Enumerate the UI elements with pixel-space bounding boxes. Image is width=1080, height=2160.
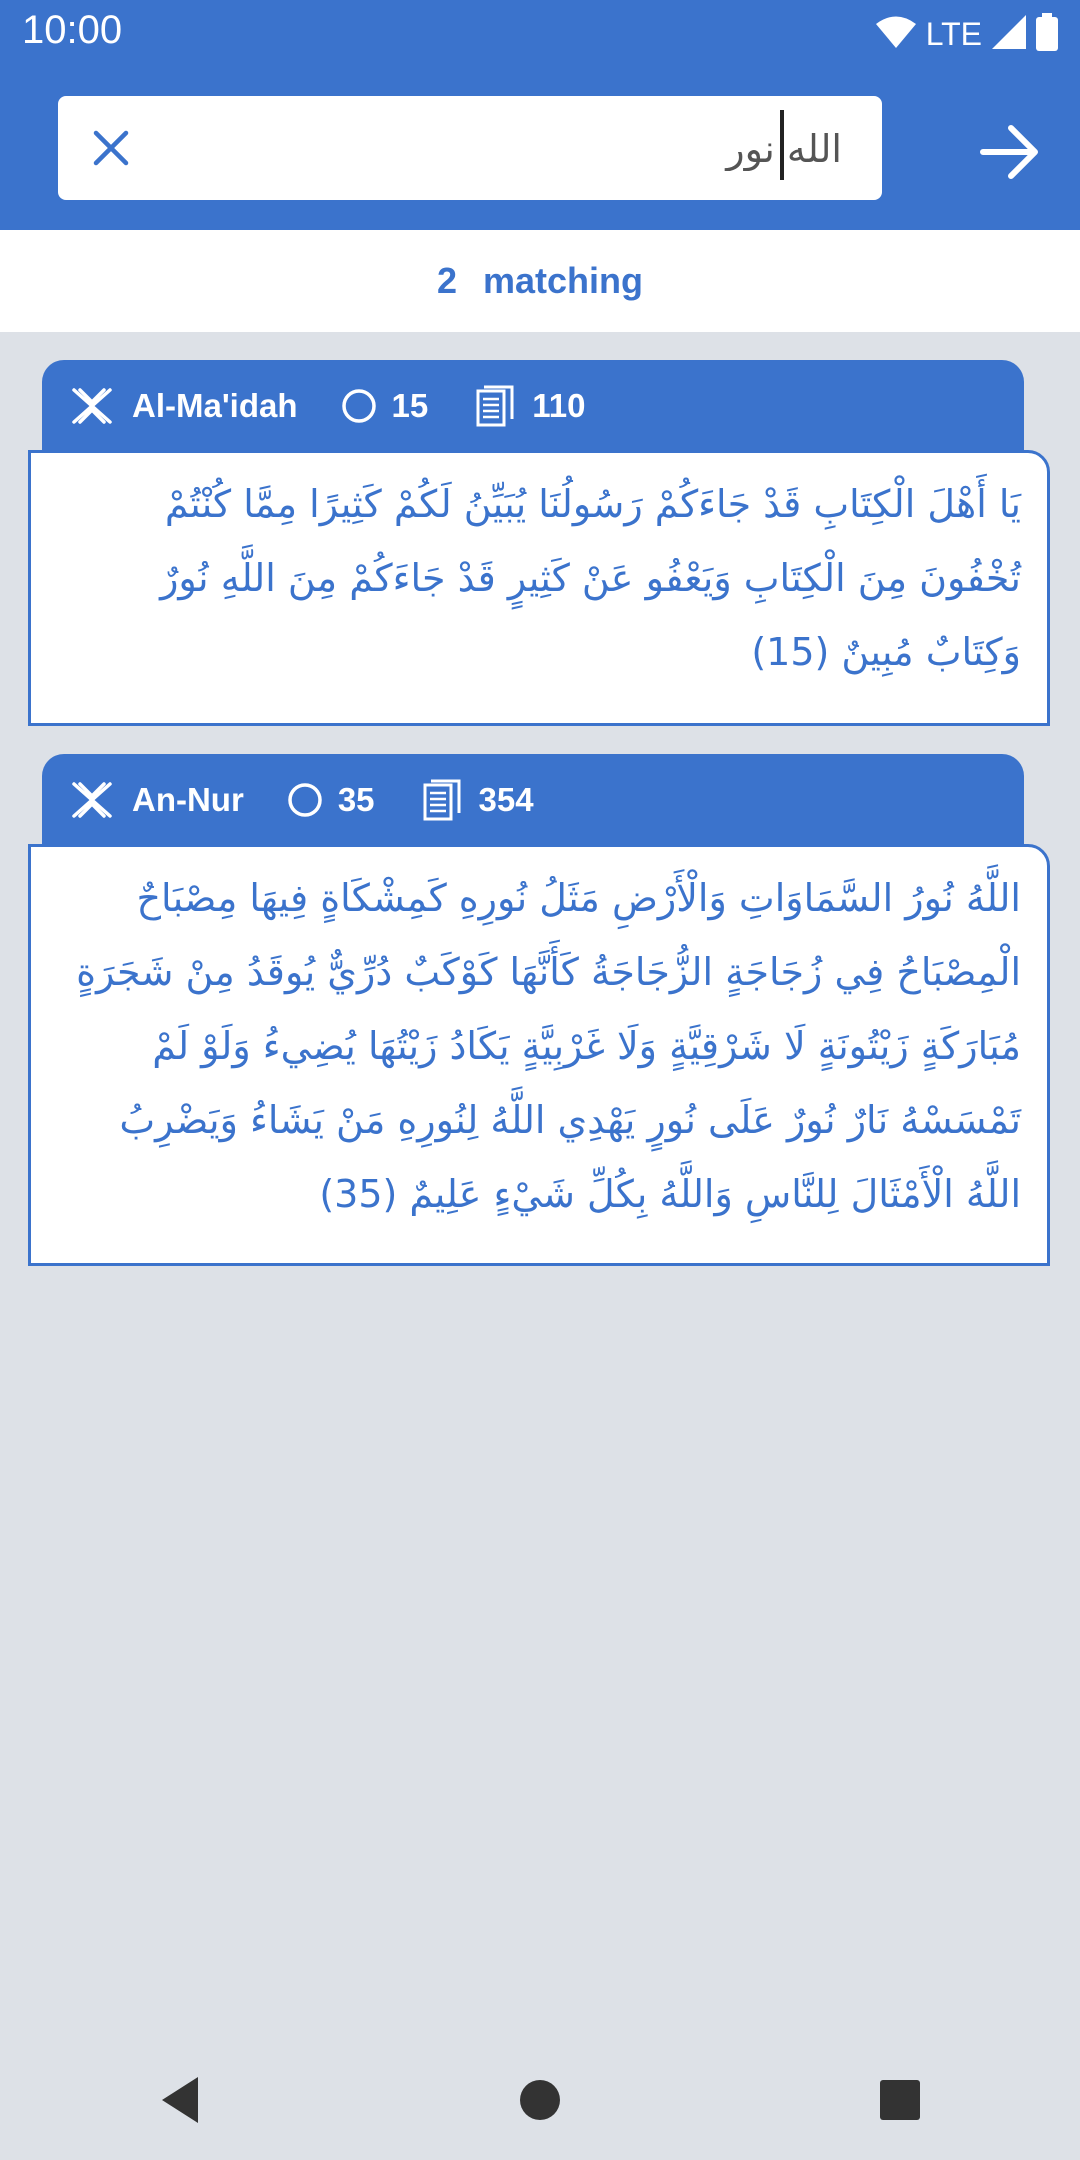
page-icon — [423, 779, 461, 821]
home-circle-icon[interactable] — [500, 2060, 580, 2140]
status-time: 10:00 — [22, 8, 123, 52]
ayah-text: اللَّهُ نُورُ السَّمَاوَاتِ وَالْأَرْضِ … — [76, 876, 1021, 1216]
battery-icon — [1036, 13, 1058, 55]
ayah-number: 35 — [337, 781, 375, 818]
page-icon — [476, 385, 514, 427]
surah-name: An-Nur — [132, 781, 244, 818]
search-input[interactable] — [200, 110, 844, 188]
ayah-circle-icon — [340, 387, 378, 425]
result-card-body[interactable]: اللَّهُ نُورُ السَّمَاوَاتِ وَالْأَرْضِ … — [28, 844, 1050, 1266]
result-card-body[interactable]: يَا أَهْلَ الْكِتَابِ قَدْ جَاءَكُمْ رَس… — [28, 450, 1050, 726]
surah-name: Al-Ma'idah — [132, 387, 298, 424]
result-count-label: matching — [483, 260, 644, 301]
app-bar: 10:00 LTE — [0, 0, 1080, 230]
system-nav-bar — [0, 2040, 1080, 2160]
status-icons: LTE — [875, 12, 1058, 56]
result-card-header[interactable]: An-Nur 35 354 — [42, 754, 1024, 846]
result-count: 2 — [436, 260, 457, 301]
text-cursor — [780, 110, 784, 180]
status-bar: 10:00 LTE — [0, 0, 1080, 66]
close-icon[interactable] — [86, 123, 136, 173]
result-card-header[interactable]: Al-Ma'idah 15 110 — [42, 360, 1024, 452]
ayah-circle-icon — [286, 781, 324, 819]
page-number: 354 — [478, 781, 534, 818]
arrow-right-icon[interactable] — [970, 112, 1050, 192]
ayah-text: يَا أَهْلَ الْكِتَابِ قَدْ جَاءَكُمْ رَس… — [160, 482, 1021, 674]
wifi-icon — [875, 15, 916, 53]
quran-stand-icon — [70, 386, 114, 426]
page-number: 110 — [532, 387, 586, 424]
back-triangle-icon[interactable] — [140, 2060, 220, 2140]
network-type: LTE — [925, 15, 982, 52]
signal-icon — [992, 15, 1026, 53]
search-box — [58, 96, 882, 200]
quran-stand-icon — [70, 780, 114, 820]
recents-square-icon[interactable] — [860, 2060, 940, 2140]
result-count-bar: 2 matching — [0, 230, 1080, 332]
ayah-number: 15 — [391, 387, 429, 424]
